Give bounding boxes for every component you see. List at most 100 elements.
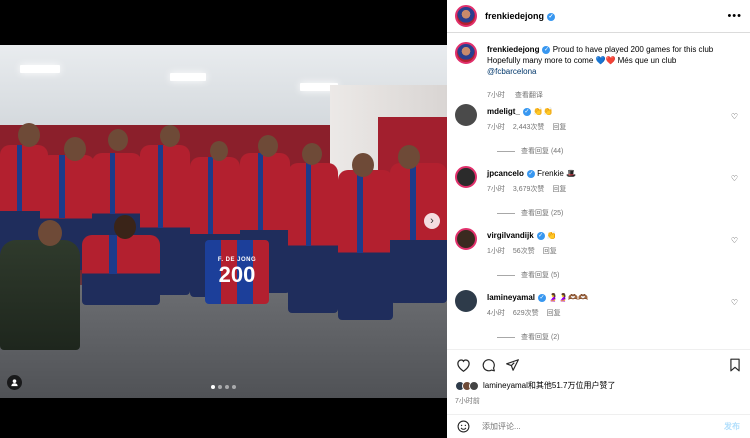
commenter-avatar[interactable] [455, 228, 477, 250]
carousel-dot [211, 385, 215, 389]
caption-username[interactable]: frenkiedejong [487, 45, 539, 54]
commenter-avatar[interactable] [455, 104, 477, 126]
author-username-text: frenkiedejong [485, 11, 545, 21]
player-head [352, 153, 374, 177]
comment-meta: 4小时 629次赞 回复 [487, 308, 569, 318]
ceiling-light [170, 73, 206, 81]
author-avatar[interactable] [455, 42, 477, 64]
comment-text: jpcancelo ✓ Frenkie 🎩 [487, 168, 727, 179]
comment-likes[interactable]: 56次赞 [513, 248, 535, 255]
comment-body: 🤰🤰🫶🏾🫶🏾 [548, 293, 589, 302]
player-head [108, 129, 128, 151]
comment-likes[interactable]: 629次赞 [513, 310, 539, 317]
likes-summary[interactable]: lamineyamal和其他51.7万位用户赞了 [455, 380, 615, 391]
anniversary-jersey: F. DE JONG 200 [205, 240, 269, 304]
ceiling-light [20, 65, 60, 73]
player-head [258, 135, 278, 157]
player-kneeling [82, 235, 160, 305]
jersey-number: 200 [218, 262, 256, 287]
player-head [160, 125, 180, 147]
commenter-avatar[interactable] [455, 290, 477, 312]
carousel-dot [218, 385, 222, 389]
mention-link[interactable]: @fcbarcelona [487, 67, 536, 76]
next-slide-button[interactable]: › [424, 213, 440, 229]
comment: lamineyamal ✓ 🤰🤰🫶🏾🫶🏾 4小时 629次赞 回复 ♡ 查看回复 (2… [455, 290, 742, 349]
heart-icon[interactable]: ♡ [731, 298, 738, 307]
caption: frenkiedejong ✓ Proud to have played 200 … [455, 42, 742, 102]
player-head [64, 137, 86, 161]
comments-feed[interactable]: frenkiedejong ✓ Proud to have played 200 … [447, 34, 750, 349]
liker-avatar [469, 380, 479, 391]
reply-button[interactable]: 回复 [543, 248, 557, 255]
view-replies[interactable]: 查看回复 (2) [497, 332, 560, 342]
reply-button[interactable]: 回复 [547, 310, 561, 317]
comment-username[interactable]: lamineyamal [487, 293, 535, 302]
author-avatar[interactable] [455, 5, 477, 27]
likes-text: lamineyamal和其他51.7万位用户赞了 [483, 381, 616, 390]
comment-text: virgilvandijk ✓ 👏 [487, 230, 727, 241]
comment-username[interactable]: jpcancelo [487, 169, 524, 178]
verified-icon: ✓ [526, 169, 535, 178]
author-username[interactable]: frenkiedejong ✓ [485, 11, 556, 21]
post-time: 7小时前 [455, 398, 480, 405]
view-replies[interactable]: 查看回复 (44) [497, 146, 563, 156]
post-actions [447, 349, 750, 379]
view-replies[interactable]: 查看回复 (25) [497, 208, 563, 218]
verified-icon: ✓ [538, 293, 547, 302]
translate-link[interactable]: 查看翻译 [515, 92, 543, 99]
player-head [210, 141, 228, 161]
comment-icon[interactable] [481, 358, 496, 372]
comment-body: Frenkie 🎩 [537, 169, 576, 178]
comment-username[interactable]: virgilvandijk [487, 231, 534, 240]
player [288, 163, 338, 313]
player-head [302, 143, 322, 165]
caption-time: 7小时 [487, 92, 505, 99]
post-header: frenkiedejong ✓ ••• [447, 0, 750, 33]
carousel-dots [211, 385, 236, 389]
post-media: F. DE JONG 200 › [0, 0, 447, 438]
caption-line-2: Hopefully many more to come 💙❤️ Més que … [487, 56, 677, 65]
heart-icon[interactable]: ♡ [731, 174, 738, 183]
caption-line-1: Proud to have played 200 games for this … [552, 45, 714, 54]
verified-icon: ✓ [542, 45, 551, 54]
verified-icon: ✓ [522, 107, 531, 116]
carousel-dot [232, 385, 236, 389]
reply-button[interactable]: 回复 [552, 186, 566, 193]
view-replies[interactable]: 查看回复 (5) [497, 270, 560, 280]
comment-text: lamineyamal ✓ 🤰🤰🫶🏾🫶🏾 [487, 292, 727, 303]
share-icon[interactable] [505, 358, 520, 372]
more-icon[interactable]: ••• [727, 10, 742, 22]
verified-icon: ✓ [547, 12, 556, 21]
comment-meta: 7小时 2,443次赞 回复 [487, 122, 574, 132]
comment-input[interactable] [482, 422, 682, 431]
player-head [398, 145, 420, 169]
emoji-icon[interactable] [457, 420, 470, 433]
tagged-users-button[interactable] [7, 375, 22, 390]
player [390, 163, 447, 303]
comment-likes[interactable]: 3,679次赞 [513, 186, 545, 193]
caption-text: frenkiedejong ✓ Proud to have played 200 … [487, 44, 727, 77]
commenter-avatar[interactable] [455, 166, 477, 188]
comment-time: 4小时 [487, 310, 505, 317]
comment: jpcancelo ✓ Frenkie 🎩 7小时 3,679次赞 回复 ♡ 查看回复… [455, 166, 742, 226]
reply-button[interactable]: 回复 [552, 124, 566, 131]
comment-likes[interactable]: 2,443次赞 [513, 124, 545, 131]
player-head [18, 123, 40, 147]
carousel-dot [225, 385, 229, 389]
bookmark-icon[interactable] [729, 358, 741, 372]
comment-body: 👏 [546, 231, 557, 240]
comment-time: 1小时 [487, 248, 505, 255]
coach-head [38, 220, 62, 246]
comment-bar: 发布 [447, 414, 750, 438]
caption-meta: 7小时 查看翻译 [487, 90, 551, 100]
heart-icon[interactable]: ♡ [731, 236, 738, 245]
post-comment-button[interactable]: 发布 [724, 421, 740, 432]
player-head [114, 215, 136, 239]
verified-icon: ✓ [536, 231, 545, 240]
heart-icon[interactable]: ♡ [731, 112, 738, 121]
comment-body: 👏👏 [533, 107, 554, 116]
comment: virgilvandijk ✓ 👏 1小时 56次赞 回复 ♡ 查看回复 (5) [455, 228, 742, 288]
heart-icon[interactable] [456, 358, 471, 372]
comment-username[interactable]: mdeligt_ [487, 107, 520, 116]
team-photo[interactable]: F. DE JONG 200 [0, 45, 447, 398]
